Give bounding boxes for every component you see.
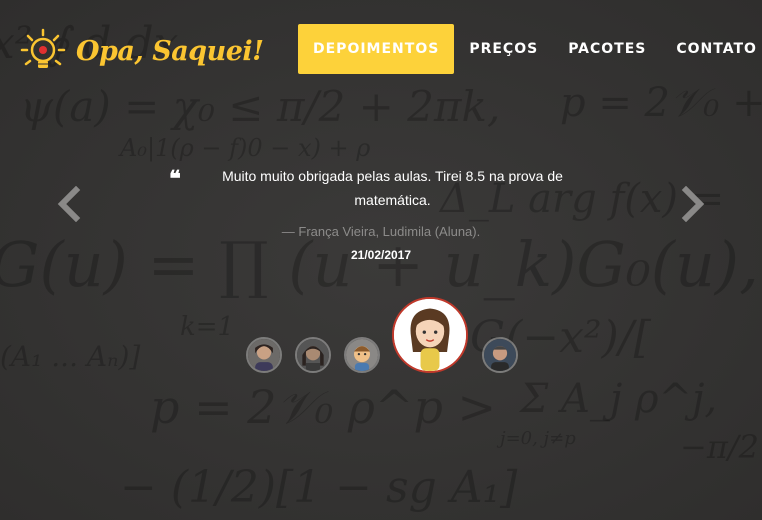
quote-icon: ❝ — [169, 166, 181, 192]
brand-name: Opa, Saquei! — [76, 35, 264, 67]
testimonial-date: 21/02/2017 — [350, 248, 412, 262]
nav-precos[interactable]: PREÇOS — [454, 24, 553, 74]
nav-depoimentos[interactable]: DEPOIMENTOS — [298, 24, 455, 74]
testimonial-text: Muito muito obrigada pelas aulas. Tirei … — [222, 168, 563, 208]
nav-contato[interactable]: CONTATO — [661, 24, 762, 74]
carousel-next-button[interactable] — [678, 185, 708, 223]
avatar-student-1[interactable] — [246, 337, 282, 373]
avatar-student-3[interactable] — [344, 337, 380, 373]
avatar-ludimila[interactable] — [392, 297, 468, 373]
nav-pacotes[interactable]: PACOTES — [553, 24, 661, 74]
testimonial-author: — França Vieira, Ludimila (Aluna). — [281, 224, 481, 239]
chevron-right-icon — [681, 185, 705, 223]
lightbulb-icon — [20, 28, 66, 74]
avatar-student-2[interactable] — [295, 337, 331, 373]
avatar-student-5[interactable] — [482, 337, 518, 373]
main-nav: DEPOIMENTOS PREÇOS PACOTES CONTATO — [298, 24, 762, 74]
chevron-left-icon — [57, 185, 81, 223]
brand-logo[interactable]: Opa, Saquei! — [20, 28, 264, 74]
carousel-prev-button[interactable] — [54, 185, 84, 223]
